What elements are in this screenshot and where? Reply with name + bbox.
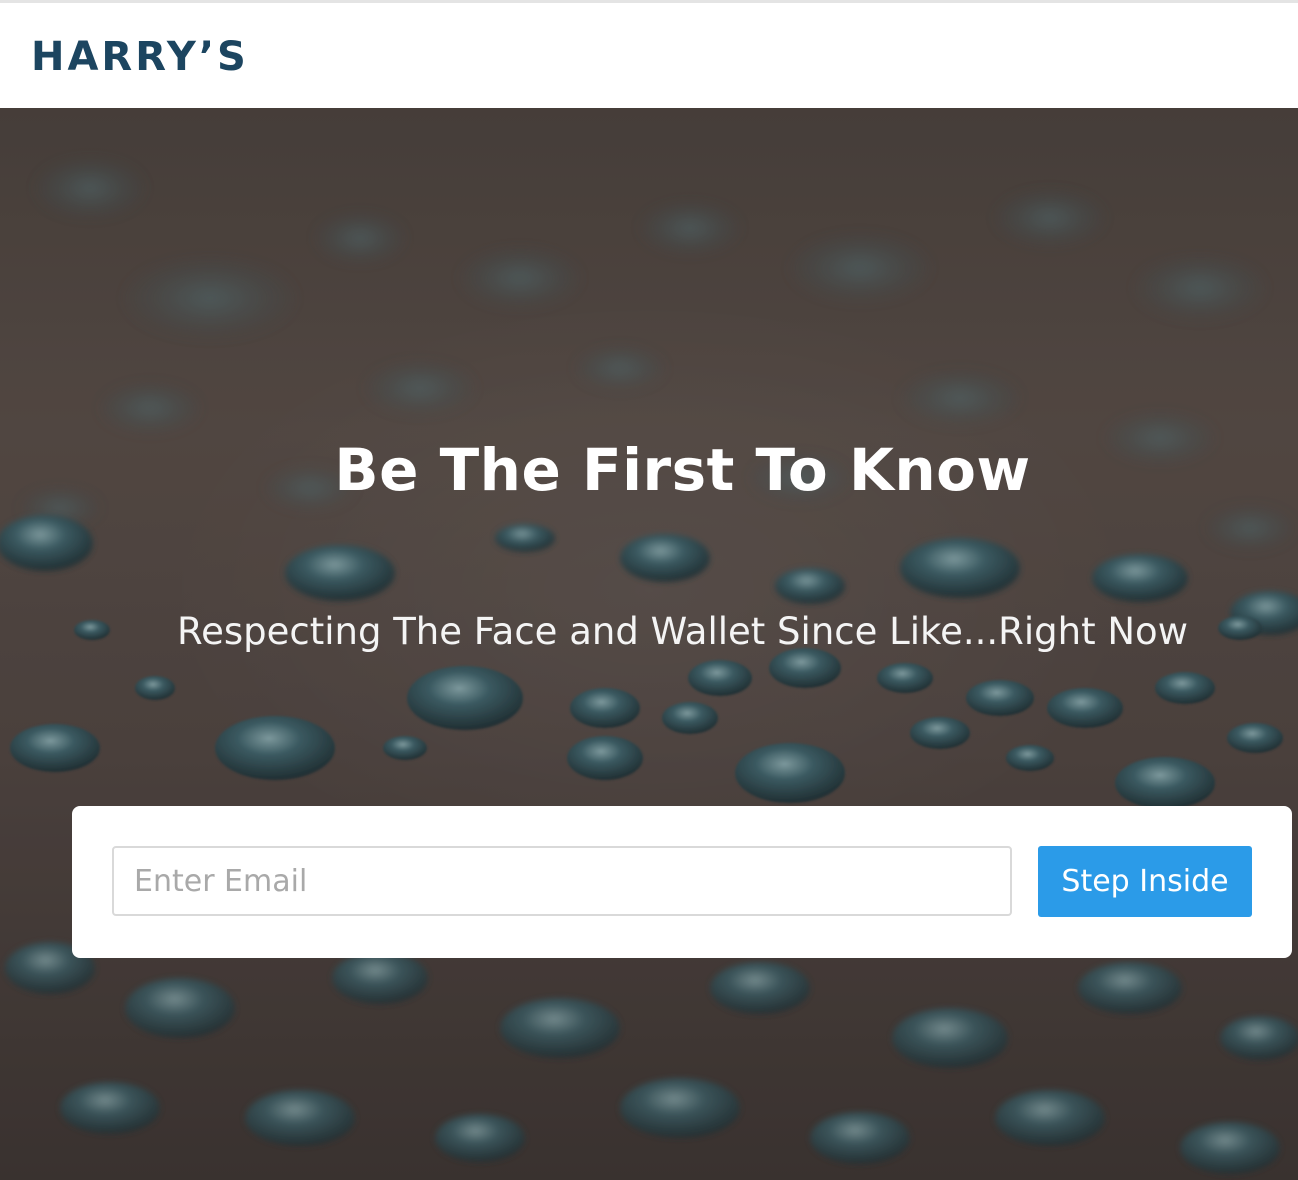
harrys-logo[interactable]: HARRY’S bbox=[31, 33, 249, 81]
hero-subheadline: Respecting The Face and Wallet Since Lik… bbox=[177, 610, 1188, 653]
site-header: HARRY’S bbox=[0, 3, 1298, 108]
hero-section: Be The First To Know Respecting The Face… bbox=[0, 108, 1298, 1180]
hero-headline: Be The First To Know bbox=[334, 436, 1031, 504]
step-inside-button[interactable]: Step Inside bbox=[1038, 846, 1252, 917]
email-signup-form: Step Inside bbox=[72, 806, 1292, 958]
email-input[interactable] bbox=[112, 846, 1012, 916]
